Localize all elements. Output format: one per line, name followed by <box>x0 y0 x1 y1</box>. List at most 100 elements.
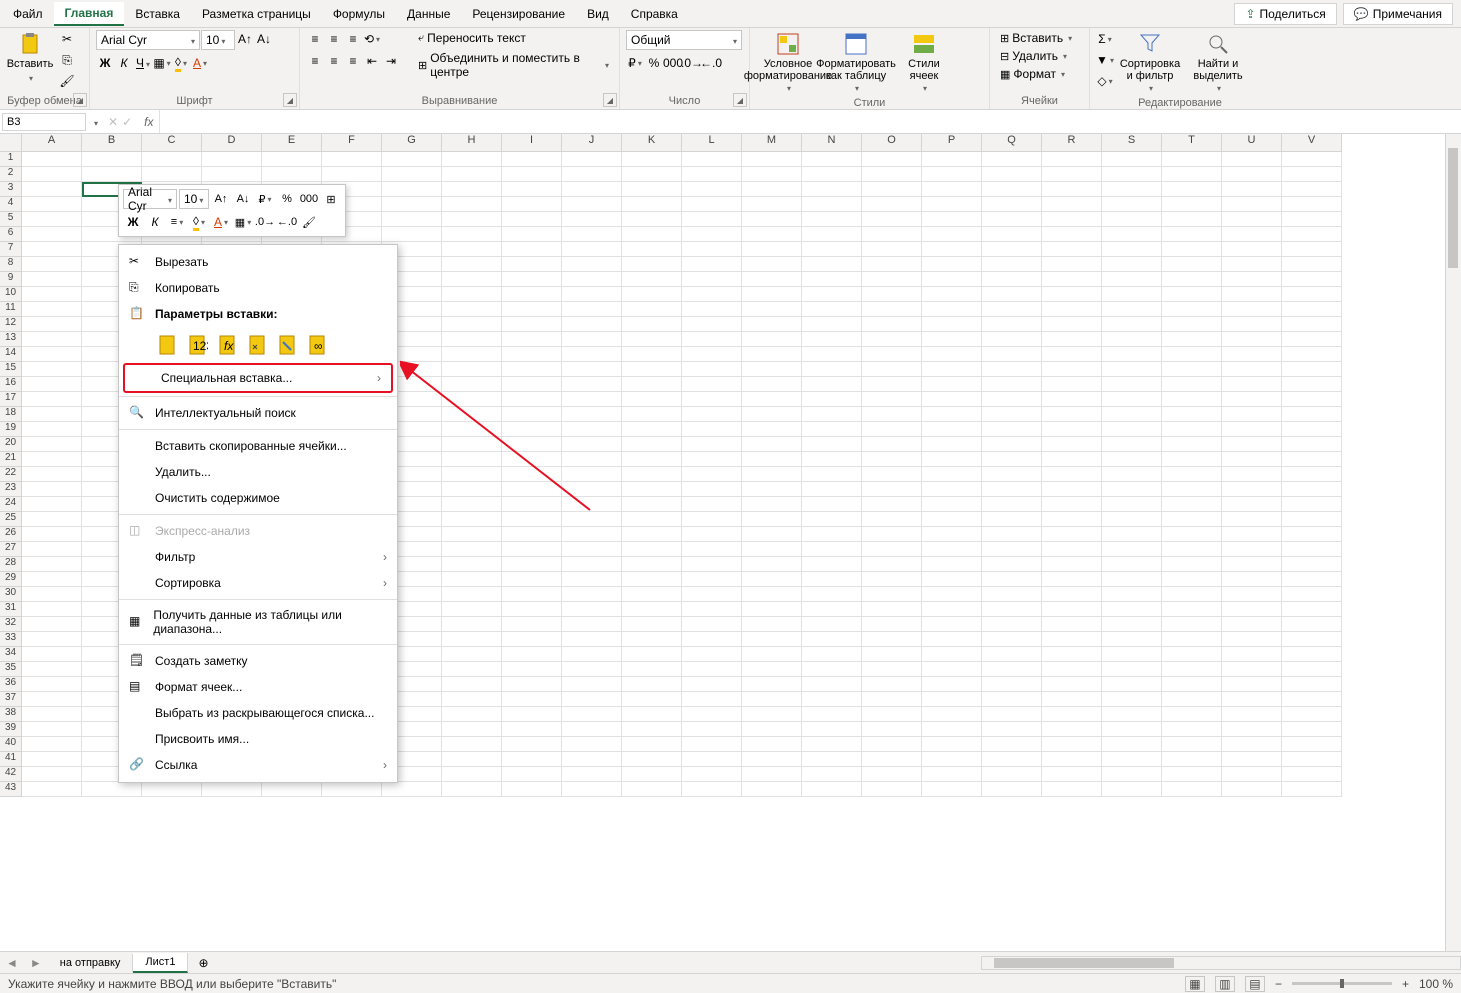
cell[interactable] <box>862 572 922 587</box>
cell[interactable] <box>742 182 802 197</box>
cell[interactable] <box>862 752 922 767</box>
cell[interactable] <box>502 692 562 707</box>
cell[interactable] <box>622 482 682 497</box>
cell[interactable] <box>1222 752 1282 767</box>
cell[interactable] <box>1282 197 1342 212</box>
cell[interactable] <box>862 452 922 467</box>
cell[interactable] <box>982 257 1042 272</box>
cell[interactable] <box>742 407 802 422</box>
cell[interactable] <box>922 197 982 212</box>
cell[interactable] <box>742 197 802 212</box>
fx-icon[interactable]: fx <box>138 115 159 129</box>
cell[interactable] <box>1162 422 1222 437</box>
cell[interactable] <box>22 572 82 587</box>
cell[interactable] <box>442 782 502 797</box>
cell[interactable] <box>1042 227 1102 242</box>
row-header[interactable]: 21 <box>0 452 22 467</box>
cell[interactable] <box>922 422 982 437</box>
mini-italic-button[interactable]: К <box>145 212 165 232</box>
cell[interactable] <box>1042 287 1102 302</box>
cell[interactable] <box>1282 632 1342 647</box>
cell[interactable] <box>502 227 562 242</box>
cell[interactable] <box>682 332 742 347</box>
cell[interactable] <box>982 212 1042 227</box>
mini-border-icon[interactable]: ▦ <box>233 212 253 232</box>
cell[interactable] <box>1282 722 1342 737</box>
cell[interactable] <box>1222 617 1282 632</box>
col-header[interactable]: E <box>262 134 322 152</box>
cell[interactable] <box>442 722 502 737</box>
cell[interactable] <box>202 782 262 797</box>
cell[interactable] <box>922 737 982 752</box>
cell[interactable] <box>922 662 982 677</box>
cell[interactable] <box>742 662 802 677</box>
cell[interactable] <box>562 362 622 377</box>
format-painter-icon[interactable]: 🖌 <box>58 72 76 90</box>
cell[interactable] <box>442 737 502 752</box>
cell[interactable] <box>22 542 82 557</box>
cell[interactable] <box>862 677 922 692</box>
cell[interactable] <box>502 377 562 392</box>
cell[interactable] <box>982 452 1042 467</box>
cell[interactable] <box>802 662 862 677</box>
cell[interactable] <box>862 182 922 197</box>
row-header[interactable]: 3 <box>0 182 22 197</box>
cell[interactable] <box>22 272 82 287</box>
cell[interactable] <box>622 437 682 452</box>
add-sheet-button[interactable]: ⊕ <box>188 956 218 970</box>
cell[interactable] <box>502 602 562 617</box>
cell[interactable] <box>562 692 622 707</box>
cell[interactable] <box>1102 317 1162 332</box>
cell[interactable] <box>982 272 1042 287</box>
cell[interactable] <box>922 617 982 632</box>
cell[interactable] <box>862 347 922 362</box>
row-header[interactable]: 28 <box>0 557 22 572</box>
cell[interactable] <box>622 752 682 767</box>
cell[interactable] <box>1222 527 1282 542</box>
cell[interactable] <box>1222 377 1282 392</box>
cell[interactable] <box>622 287 682 302</box>
cell[interactable] <box>922 587 982 602</box>
paste-transpose-icon[interactable] <box>245 331 271 359</box>
cell[interactable] <box>982 692 1042 707</box>
sheet-nav-prev[interactable]: ◄ <box>0 956 24 970</box>
cell[interactable] <box>622 332 682 347</box>
cell[interactable] <box>862 422 922 437</box>
cell[interactable] <box>442 347 502 362</box>
cell[interactable] <box>862 527 922 542</box>
cell[interactable] <box>922 302 982 317</box>
cell[interactable] <box>442 767 502 782</box>
cell[interactable] <box>1042 737 1102 752</box>
cell[interactable] <box>1282 332 1342 347</box>
cell[interactable] <box>1282 272 1342 287</box>
cell[interactable] <box>682 167 742 182</box>
cell[interactable] <box>742 542 802 557</box>
cell[interactable] <box>922 767 982 782</box>
cell[interactable] <box>802 422 862 437</box>
cell[interactable] <box>922 512 982 527</box>
cell[interactable] <box>1162 497 1222 512</box>
cell[interactable] <box>982 182 1042 197</box>
row-header[interactable]: 9 <box>0 272 22 287</box>
cell[interactable] <box>742 692 802 707</box>
cell[interactable] <box>1042 362 1102 377</box>
cell[interactable] <box>1102 227 1162 242</box>
cell[interactable] <box>1162 542 1222 557</box>
cell[interactable] <box>922 677 982 692</box>
cell[interactable] <box>442 242 502 257</box>
cell[interactable] <box>1102 542 1162 557</box>
cell[interactable] <box>1042 437 1102 452</box>
cell[interactable] <box>742 242 802 257</box>
cell[interactable] <box>382 227 442 242</box>
cell[interactable] <box>922 542 982 557</box>
cell[interactable] <box>622 407 682 422</box>
paste-formulas-icon[interactable]: fx <box>215 331 241 359</box>
cell[interactable] <box>682 482 742 497</box>
cell[interactable] <box>982 632 1042 647</box>
cell[interactable] <box>1102 437 1162 452</box>
cell[interactable] <box>202 167 262 182</box>
cell[interactable] <box>562 212 622 227</box>
cell[interactable] <box>922 437 982 452</box>
cell[interactable] <box>1042 542 1102 557</box>
cell[interactable] <box>1042 662 1102 677</box>
